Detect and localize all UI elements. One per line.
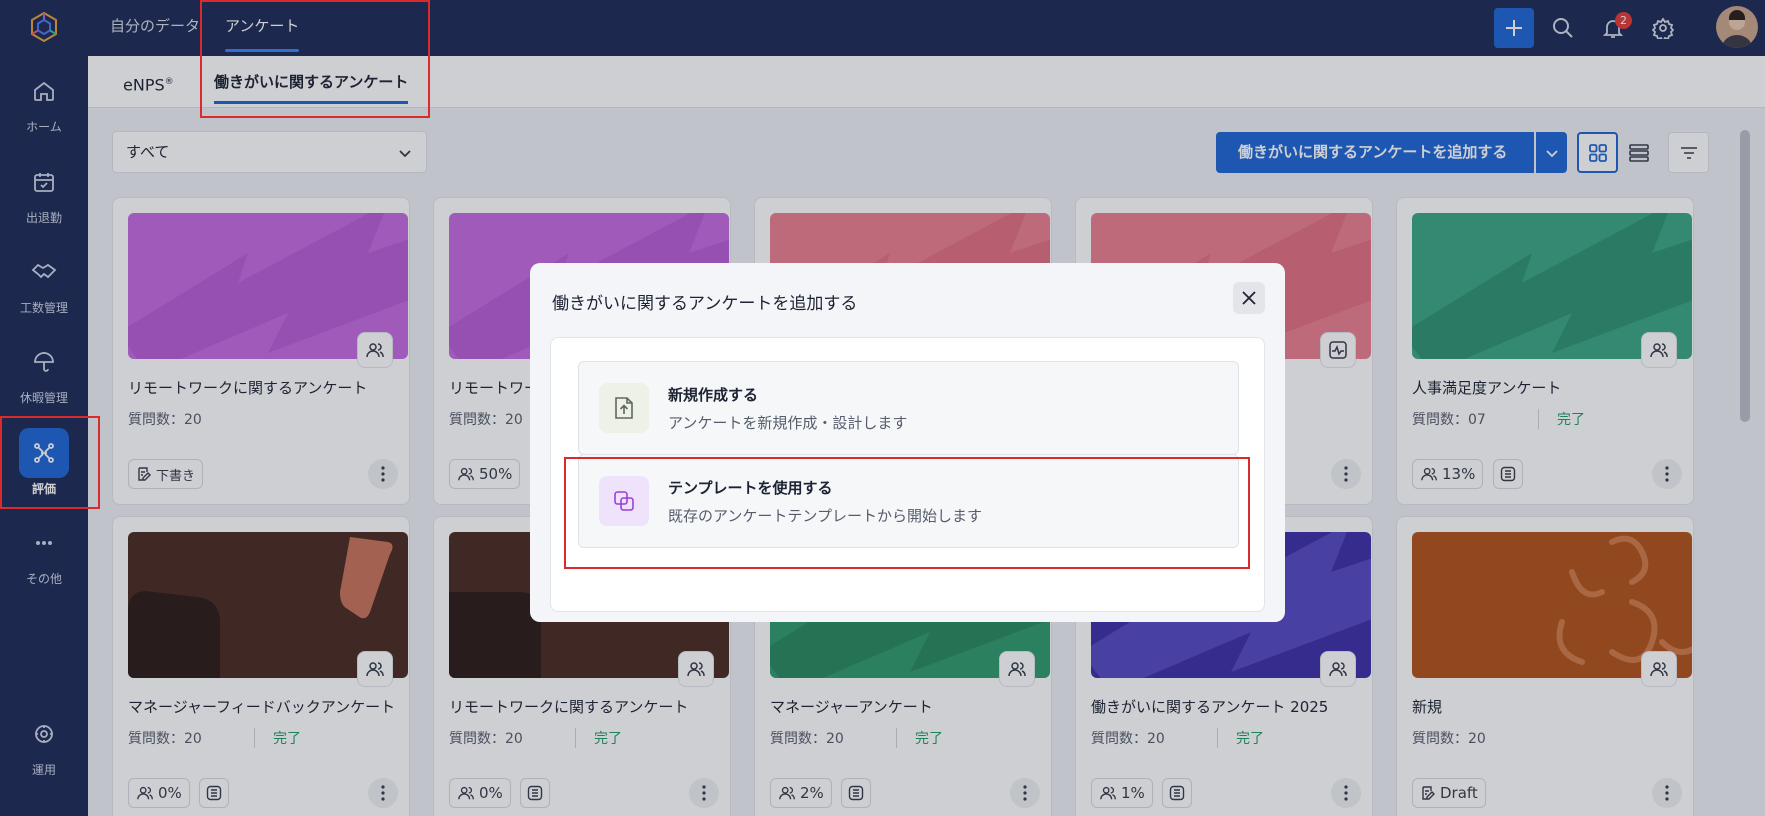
- option-title: テンプレートを使用する: [668, 479, 833, 497]
- use-template-option[interactable]: テンプレートを使用する 既存のアンケートテンプレートから開始します: [578, 454, 1239, 548]
- modal-title: 働きがいに関するアンケートを追加する: [552, 294, 858, 314]
- add-survey-modal: 働きがいに関するアンケートを追加する 新規作成する アンケートを新規作成・設計し…: [530, 263, 1285, 622]
- close-button[interactable]: [1233, 282, 1265, 314]
- close-icon: [1242, 291, 1256, 305]
- app-root: ホーム 出退勤 工数管理 休暇管理 評価 その他 運用 自分のデータ アンケート…: [0, 0, 1765, 816]
- copy-icon: [599, 476, 649, 526]
- modal-body: 新規作成する アンケートを新規作成・設計します テンプレートを使用する 既存のア…: [550, 337, 1265, 612]
- option-title: 新規作成する: [668, 386, 759, 404]
- create-new-option[interactable]: 新規作成する アンケートを新規作成・設計します: [578, 361, 1239, 455]
- option-description: 既存のアンケートテンプレートから開始します: [668, 507, 982, 525]
- file-upload-icon: [599, 383, 649, 433]
- option-description: アンケートを新規作成・設計します: [668, 414, 908, 432]
